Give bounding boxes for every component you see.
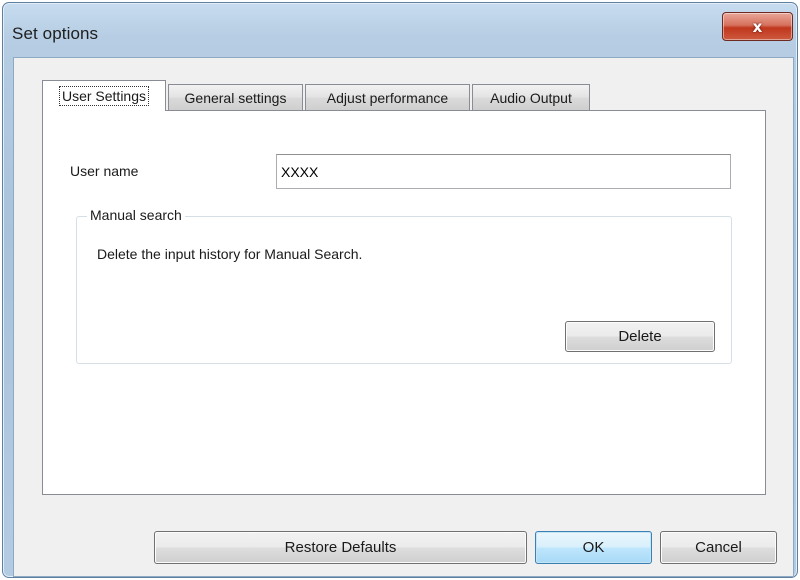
tab-label: User Settings — [58, 86, 150, 106]
ok-button[interactable]: OK — [535, 531, 652, 564]
tab-label: Audio Output — [490, 89, 572, 106]
close-button[interactable]: x — [722, 12, 793, 41]
dialog-window: Set options x User Settings General sett… — [2, 2, 798, 578]
tab-audio-output[interactable]: Audio Output — [472, 84, 590, 110]
tab-label: Adjust performance — [326, 89, 449, 106]
tab-adjust-performance[interactable]: Adjust performance — [305, 84, 470, 110]
user-name-label: User name — [70, 163, 139, 179]
window-title: Set options — [12, 24, 99, 43]
manual-search-legend: Manual search — [87, 207, 185, 223]
tab-label: General settings — [184, 89, 287, 106]
close-icon: x — [752, 17, 763, 36]
tab-general-settings[interactable]: General settings — [168, 84, 303, 110]
manual-search-description: Delete the input history for Manual Sear… — [97, 246, 363, 262]
user-name-input[interactable] — [276, 154, 731, 189]
delete-button[interactable]: Delete — [565, 321, 715, 352]
tab-user-settings[interactable]: User Settings — [42, 80, 166, 111]
dialog-client-area: User Settings General settings Adjust pe… — [13, 57, 794, 577]
restore-defaults-button[interactable]: Restore Defaults — [154, 531, 527, 564]
manual-search-group: Manual search Delete the input history f… — [76, 207, 732, 364]
user-settings-panel: User name Manual search Delete the input… — [42, 110, 766, 495]
cancel-button[interactable]: Cancel — [660, 531, 777, 564]
